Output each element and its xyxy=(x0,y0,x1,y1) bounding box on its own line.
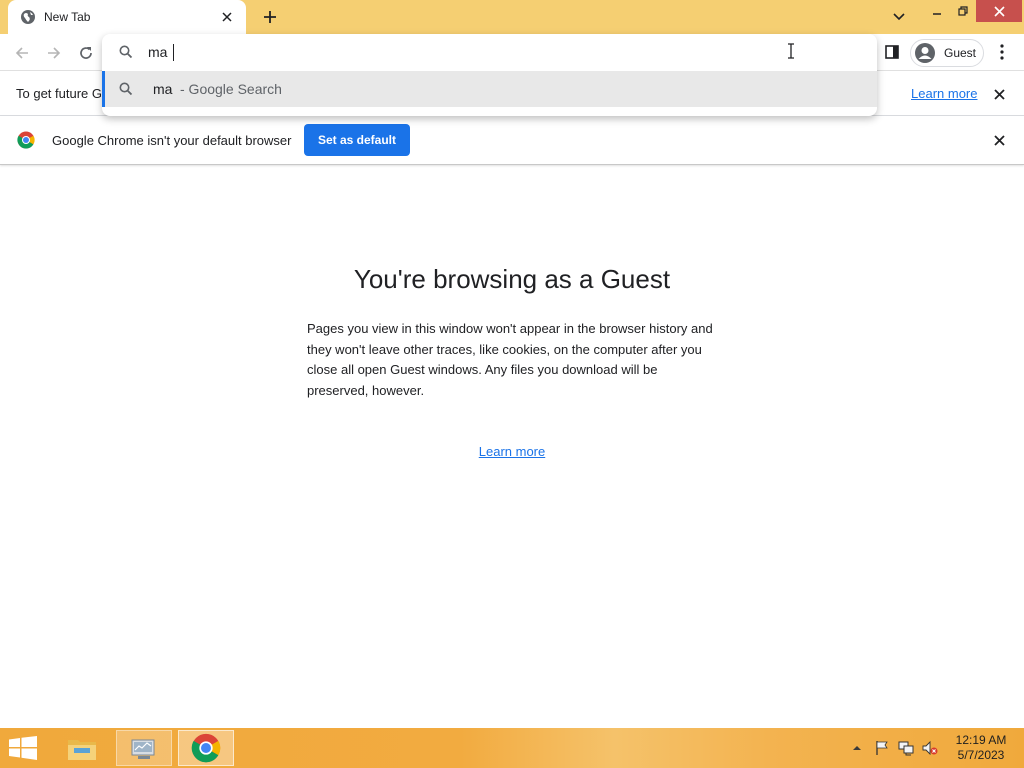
guest-learn-more-row: Learn more xyxy=(0,444,1024,459)
show-hidden-icons-chevron-icon[interactable] xyxy=(851,742,863,754)
forward-arrow-icon[interactable] xyxy=(41,40,67,66)
profile-button[interactable]: Guest xyxy=(910,39,984,67)
clock-date: 5/7/2023 xyxy=(957,748,1005,762)
guest-description: Pages you view in this window won't appe… xyxy=(307,321,713,398)
window-close-button[interactable] xyxy=(976,0,1022,22)
default-browser-infobar: Google Chrome isn't your default browser… xyxy=(0,116,1024,165)
default-browser-text: Google Chrome isn't your default browser xyxy=(52,133,292,148)
profile-label: Guest xyxy=(944,46,977,60)
tab-search-chevron-icon[interactable] xyxy=(888,6,910,28)
taskbar: 12:19 AM 5/7/2023 xyxy=(0,728,1024,768)
side-panel-icon[interactable] xyxy=(880,40,904,64)
guest-learn-more-link[interactable]: Learn more xyxy=(479,444,545,459)
set-as-default-button[interactable]: Set as default xyxy=(304,124,410,156)
taskbar-clock[interactable]: 12:19 AM 5/7/2023 xyxy=(948,733,1014,763)
back-arrow-icon[interactable] xyxy=(9,40,35,66)
sync-infobar-text: To get future G xyxy=(16,86,102,101)
chrome-logo-icon xyxy=(17,131,35,149)
tab-strip: New Tab xyxy=(0,0,1024,34)
avatar-icon xyxy=(913,41,937,65)
windows-start-icon[interactable] xyxy=(8,736,40,762)
network-icon[interactable] xyxy=(898,740,914,756)
page-title: You're browsing as a Guest xyxy=(353,264,671,294)
sync-close-icon[interactable] xyxy=(990,85,1008,103)
suggestion-search-icon xyxy=(118,81,134,97)
volume-muted-icon[interactable] xyxy=(922,740,938,756)
file-explorer-icon[interactable] xyxy=(54,730,110,766)
search-icon xyxy=(118,44,134,60)
tab-new-tab[interactable]: New Tab xyxy=(8,0,246,34)
sync-learn-more-link[interactable]: Learn more xyxy=(911,86,977,101)
action-center-flag-icon[interactable] xyxy=(874,740,890,756)
ibeam-cursor-icon xyxy=(786,43,796,59)
tab-title: New Tab xyxy=(44,10,91,24)
minimize-button[interactable] xyxy=(924,0,950,22)
new-tab-button[interactable] xyxy=(258,5,282,29)
clock-time: 12:19 AM xyxy=(955,733,1007,747)
tab-close-icon[interactable] xyxy=(218,8,236,26)
more-menu-icon[interactable] xyxy=(990,40,1014,64)
address-bar-input[interactable] xyxy=(148,40,848,64)
text-caret xyxy=(173,44,174,61)
restore-button[interactable] xyxy=(950,0,976,22)
suggestion-description: - Google Search xyxy=(180,81,282,97)
suggestion-query: ma xyxy=(153,81,173,97)
globe-icon xyxy=(20,9,36,25)
default-browser-close-icon[interactable] xyxy=(990,131,1008,149)
server-manager-icon[interactable] xyxy=(116,730,172,766)
google-chrome-taskbar-icon[interactable] xyxy=(178,730,234,766)
omnibox-input-row xyxy=(102,34,877,70)
omnibox-suggestion[interactable]: ma - Google Search xyxy=(102,71,877,107)
omnibox-dropdown: ma - Google Search xyxy=(102,34,877,116)
reload-icon[interactable] xyxy=(73,40,99,66)
